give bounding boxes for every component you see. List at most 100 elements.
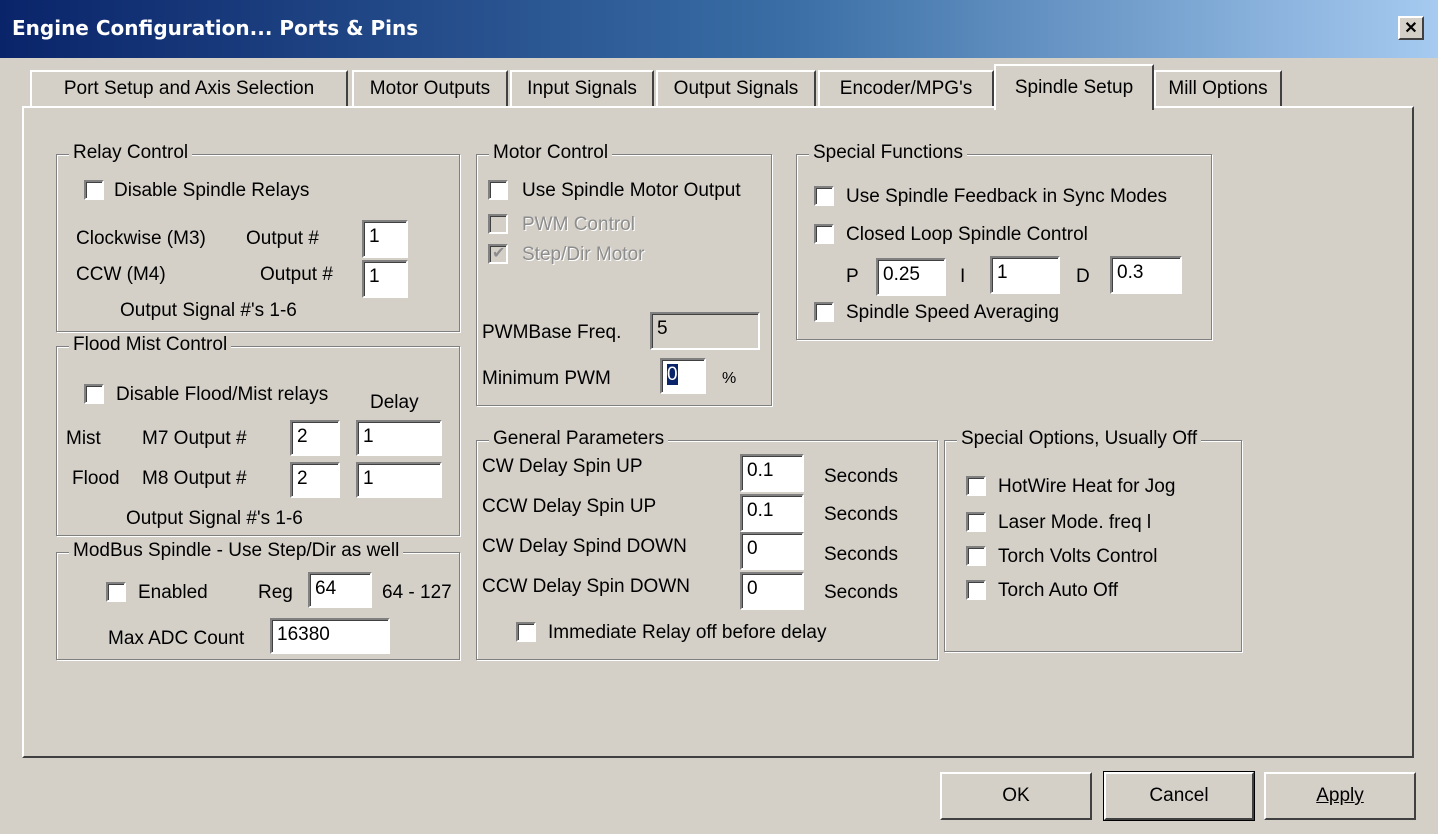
tab-label: Port Setup and Axis Selection [63, 78, 315, 99]
reg-range-label: 64 - 127 [382, 582, 452, 603]
hotwire-heat-label: HotWire Heat for Jog [998, 476, 1176, 497]
close-button[interactable]: ✕ [1398, 16, 1424, 40]
tab-encoder-mpgs[interactable]: Encoder/MPG's [818, 70, 994, 106]
mist-output-field[interactable]: 2 [290, 420, 340, 456]
flood-output-note: Output Signal #'s 1-6 [126, 508, 303, 529]
close-icon: ✕ [1404, 20, 1418, 37]
flood-delay-field[interactable]: 1 [356, 462, 442, 498]
pwm-base-field[interactable]: 5 [650, 312, 760, 350]
d-label: D [1076, 266, 1090, 287]
apply-button[interactable]: Apply [1264, 772, 1416, 820]
spindle-feedback-checkbox[interactable] [814, 186, 834, 206]
group-title: Flood Mist Control [69, 334, 232, 356]
tab-label: Motor Outputs [369, 78, 491, 99]
group-title: Relay Control [69, 142, 193, 164]
param-label: CW Delay Spin UP [482, 456, 643, 477]
spindle-feedback-label: Use Spindle Feedback in Sync Modes [846, 186, 1168, 207]
torch-volts-label: Torch Volts Control [998, 546, 1158, 567]
title-bar: Engine Configuration... Ports & Pins ✕ [0, 0, 1438, 58]
seconds-label: Seconds [824, 544, 898, 565]
reg-label: Reg [258, 582, 293, 603]
closed-loop-checkbox[interactable] [814, 224, 834, 244]
modbus-enabled-checkbox[interactable] [106, 582, 126, 602]
use-spindle-motor-checkbox[interactable] [488, 180, 508, 200]
param-label: CW Delay Spind DOWN [482, 536, 687, 557]
ccw-spin-up-field[interactable]: 0.1 [740, 494, 804, 532]
laser-mode-checkbox[interactable] [966, 512, 986, 532]
disable-flood-mist-label: Disable Flood/Mist relays [116, 384, 329, 405]
pwm-control-checkbox[interactable] [488, 214, 508, 234]
min-pwm-value: 0 [667, 364, 678, 385]
p-field[interactable]: 0.25 [876, 258, 946, 296]
flood-output-field[interactable]: 2 [290, 462, 340, 498]
immediate-relay-checkbox[interactable] [516, 622, 536, 642]
ccw-label: CCW (M4) [76, 264, 166, 285]
m8-output-label: M8 Output # [142, 468, 247, 489]
tab-motor-outputs[interactable]: Motor Outputs [352, 70, 508, 106]
param-label: CCW Delay Spin UP [482, 496, 657, 517]
disable-spindle-relays-checkbox[interactable] [84, 180, 104, 200]
tab-output-signals[interactable]: Output Signals [656, 70, 816, 106]
d-field[interactable]: 0.3 [1110, 256, 1182, 294]
modbus-enabled-label: Enabled [138, 582, 208, 603]
tab-label: Output Signals [673, 78, 799, 99]
button-label: Cancel [1149, 785, 1209, 806]
cw-output-label: Output # [246, 228, 319, 249]
torch-auto-off-checkbox[interactable] [966, 580, 986, 600]
min-pwm-field[interactable]: 0 [660, 358, 706, 394]
seconds-label: Seconds [824, 504, 898, 525]
immediate-relay-label: Immediate Relay off before delay [548, 622, 827, 643]
use-spindle-motor-label: Use Spindle Motor Output [522, 180, 741, 201]
min-pwm-label: Minimum PWM [482, 368, 611, 389]
group-title: ModBus Spindle - Use Step/Dir as well [69, 540, 404, 562]
cw-spin-down-field[interactable]: 0 [740, 532, 804, 570]
torch-auto-off-label: Torch Auto Off [998, 580, 1119, 601]
pwm-control-label: PWM Control [522, 214, 635, 235]
torch-volts-checkbox[interactable] [966, 546, 986, 566]
i-label: I [960, 266, 966, 287]
m7-output-label: M7 Output # [142, 428, 247, 449]
disable-spindle-relays-label: Disable Spindle Relays [114, 180, 310, 201]
tab-label: Spindle Setup [1014, 77, 1134, 98]
mist-label: Mist [66, 428, 101, 449]
min-pwm-unit: % [722, 370, 737, 387]
window-title: Engine Configuration... Ports & Pins [12, 16, 419, 40]
tab-input-signals[interactable]: Input Signals [510, 70, 654, 106]
check-icon: ✔ [492, 245, 506, 262]
flood-label: Flood [72, 468, 120, 489]
disable-flood-mist-checkbox[interactable] [84, 384, 104, 404]
step-dir-checkbox[interactable]: ✔ [488, 244, 508, 264]
cw-spin-up-field[interactable]: 0.1 [740, 454, 804, 492]
max-adc-label: Max ADC Count [108, 628, 245, 649]
pwm-base-label: PWMBase Freq. [482, 322, 622, 343]
tab-spindle-setup[interactable]: Spindle Setup [994, 64, 1154, 110]
ccw-output-field[interactable]: 1 [362, 260, 408, 298]
laser-mode-label: Laser Mode. freq l [998, 512, 1152, 533]
seconds-label: Seconds [824, 582, 898, 603]
hotwire-heat-checkbox[interactable] [966, 476, 986, 496]
tab-port-setup[interactable]: Port Setup and Axis Selection [30, 70, 348, 106]
group-title: Special Options, Usually Off [957, 428, 1202, 450]
group-title: General Parameters [489, 428, 669, 450]
tab-label: Encoder/MPG's [839, 78, 973, 99]
step-dir-label: Step/Dir Motor [522, 244, 645, 265]
group-title: Special Functions [809, 142, 967, 164]
relay-output-note: Output Signal #'s 1-6 [120, 300, 297, 321]
ccw-spin-down-field[interactable]: 0 [740, 572, 804, 610]
group-title: Motor Control [489, 142, 613, 164]
cw-output-field[interactable]: 1 [362, 220, 408, 258]
speed-averaging-checkbox[interactable] [814, 302, 834, 322]
cancel-button[interactable]: Cancel [1103, 771, 1255, 821]
button-label: Apply [1316, 785, 1364, 806]
delay-header: Delay [370, 392, 419, 413]
speed-averaging-label: Spindle Speed Averaging [846, 302, 1060, 323]
mist-delay-field[interactable]: 1 [356, 420, 442, 456]
max-adc-field[interactable]: 16380 [270, 618, 390, 654]
tab-label: Input Signals [527, 78, 637, 99]
clockwise-label: Clockwise (M3) [76, 228, 206, 249]
i-field[interactable]: 1 [990, 256, 1060, 294]
reg-field[interactable]: 64 [308, 572, 372, 608]
p-label: P [846, 266, 859, 287]
ok-button[interactable]: OK [940, 772, 1092, 820]
tab-mill-options[interactable]: Mill Options [1154, 70, 1282, 106]
